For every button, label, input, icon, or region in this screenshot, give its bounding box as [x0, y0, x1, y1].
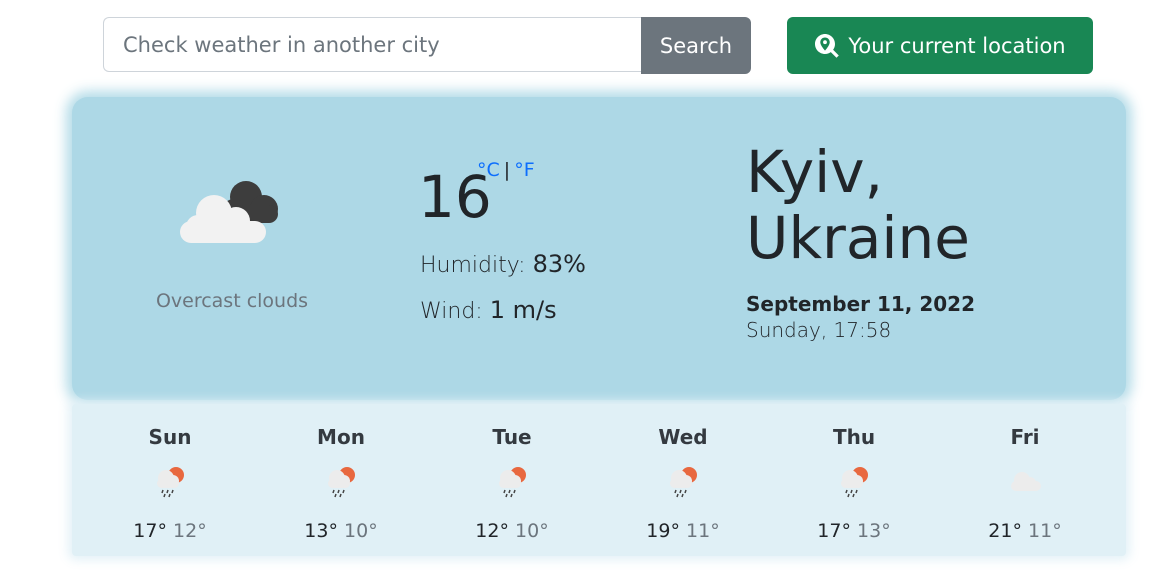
forecast-min: 12°	[173, 520, 207, 542]
forecast-min: 11°	[686, 520, 720, 542]
wind-value: 1 m/s	[489, 296, 557, 324]
forecast-strip: Sun 17° 12° Mon 13° 10° Tue 12° 10° Wed …	[72, 404, 1126, 556]
forecast-temps: 17° 12°	[110, 520, 230, 542]
forecast-day-name: Mon	[317, 425, 365, 449]
forecast-temps: 21° 11°	[965, 520, 1085, 542]
forecast-temps: 12° 10°	[452, 520, 572, 542]
forecast-max: 13°	[304, 520, 338, 542]
forecast-min: 13°	[857, 520, 891, 542]
rain-sun-icon	[499, 467, 526, 498]
condition-description: Overcast clouds	[155, 290, 309, 312]
forecast-min: 11°	[1028, 520, 1062, 542]
humidity-label: Humidity:	[420, 253, 526, 278]
rain-sun-icon	[670, 467, 697, 498]
cloud-icon	[1011, 472, 1041, 491]
rain-sun-icon	[841, 467, 868, 498]
search-location-icon	[815, 33, 840, 58]
forecast-max: 17°	[133, 520, 167, 542]
unit-toggle: °C | °F	[477, 159, 535, 181]
search-button[interactable]: Search	[641, 17, 751, 74]
city-name: Kyiv, Ukraine	[746, 138, 970, 272]
forecast-temps: 19° 11°	[623, 520, 743, 542]
humidity-value: 83%	[532, 250, 586, 278]
city-search-input[interactable]	[103, 17, 641, 72]
forecast-temps: 13° 10°	[281, 520, 401, 542]
forecast-max: 21°	[988, 520, 1022, 542]
wind-row: Wind: 1 m/s	[420, 296, 557, 324]
current-date: September 11, 2022	[746, 292, 976, 316]
search-bar: Search Your current location	[103, 17, 1093, 74]
forecast-day-name: Tue	[492, 425, 532, 449]
celsius-link[interactable]: °C	[477, 159, 500, 181]
current-day-time: Sunday, 17:58	[746, 318, 892, 342]
forecast-min: 10°	[515, 520, 549, 542]
current-location-label: Your current location	[848, 33, 1066, 58]
unit-separator: |	[503, 159, 511, 181]
forecast-day-name: Thu	[832, 425, 876, 449]
forecast-min: 10°	[344, 520, 378, 542]
rain-sun-icon	[328, 467, 355, 498]
humidity-row: Humidity: 83%	[420, 250, 586, 278]
forecast-day-name: Sun	[148, 425, 192, 449]
overcast-clouds-icon	[180, 181, 278, 243]
current-weather-card: Overcast clouds 16 °C | °F Humidity: 83% W…	[72, 97, 1126, 400]
forecast-max: 19°	[646, 520, 680, 542]
fahrenheit-link[interactable]: °F	[514, 159, 534, 181]
forecast-day-name: Fri	[1010, 425, 1040, 449]
current-location-button[interactable]: Your current location	[787, 17, 1093, 74]
forecast-max: 17°	[817, 520, 851, 542]
wind-label: Wind:	[420, 299, 483, 324]
rain-sun-icon	[157, 467, 184, 498]
forecast-max: 12°	[475, 520, 509, 542]
forecast-temps: 17° 13°	[794, 520, 914, 542]
forecast-day-name: Wed	[658, 425, 708, 449]
